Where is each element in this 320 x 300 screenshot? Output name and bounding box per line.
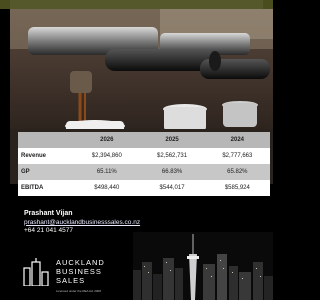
- financials-table: 2026 2025 2024 Revenue $2,394,860 $2,562…: [18, 132, 270, 212]
- contact-block: Prashant Vijan prashant@aucklandbusiness…: [24, 210, 140, 236]
- header-2025: 2025: [139, 132, 205, 148]
- table-row: Revenue $2,394,860 $2,562,731 $2,777,663: [18, 148, 270, 164]
- header-2024: 2024: [204, 132, 270, 148]
- table-cell: $2,562,731: [139, 148, 205, 164]
- table-cell: 66.83%: [139, 164, 205, 180]
- contact-email-link[interactable]: prashant@aucklandbusinesssales.co.nz: [24, 219, 140, 228]
- logo-line-1: AUCKLAND: [56, 258, 105, 267]
- logo-line-3: SALES: [56, 276, 86, 285]
- logo-tagline: Licensed under the REA Act 2008: [56, 289, 101, 293]
- table-cell: $585,924: [204, 180, 270, 196]
- table-cell: 65.82%: [204, 164, 270, 180]
- header-2026: 2026: [74, 132, 140, 148]
- row-label: GP: [18, 164, 75, 180]
- building-logo-icon: [23, 258, 49, 286]
- top-banner: [0, 0, 273, 9]
- header-blank: [18, 132, 75, 148]
- row-label: EBITDA: [18, 180, 75, 196]
- city-skyline-photo: [133, 232, 273, 300]
- listing-page: 2026 2025 2024 Revenue $2,394,860 $2,562…: [0, 0, 273, 300]
- contact-name: Prashant Vijan: [24, 210, 73, 217]
- contact-phone: +64 21 041 4577: [24, 227, 73, 234]
- table-cell: $498,440: [74, 180, 140, 196]
- table-row: EBITDA $498,440 $544,017 $585,924: [18, 180, 270, 196]
- table-cell: $2,394,860: [74, 148, 140, 164]
- company-logo: AUCKLAND BUSINESS SALES Licensed under t…: [22, 248, 132, 294]
- logo-line-2: BUSINESS: [56, 267, 102, 276]
- table-cell: $544,017: [139, 180, 205, 196]
- table-row: GP 65.11% 66.83% 65.82%: [18, 164, 270, 180]
- row-label: Revenue: [18, 148, 75, 164]
- table-cell: $2,777,663: [204, 148, 270, 164]
- table-cell: 65.11%: [74, 164, 140, 180]
